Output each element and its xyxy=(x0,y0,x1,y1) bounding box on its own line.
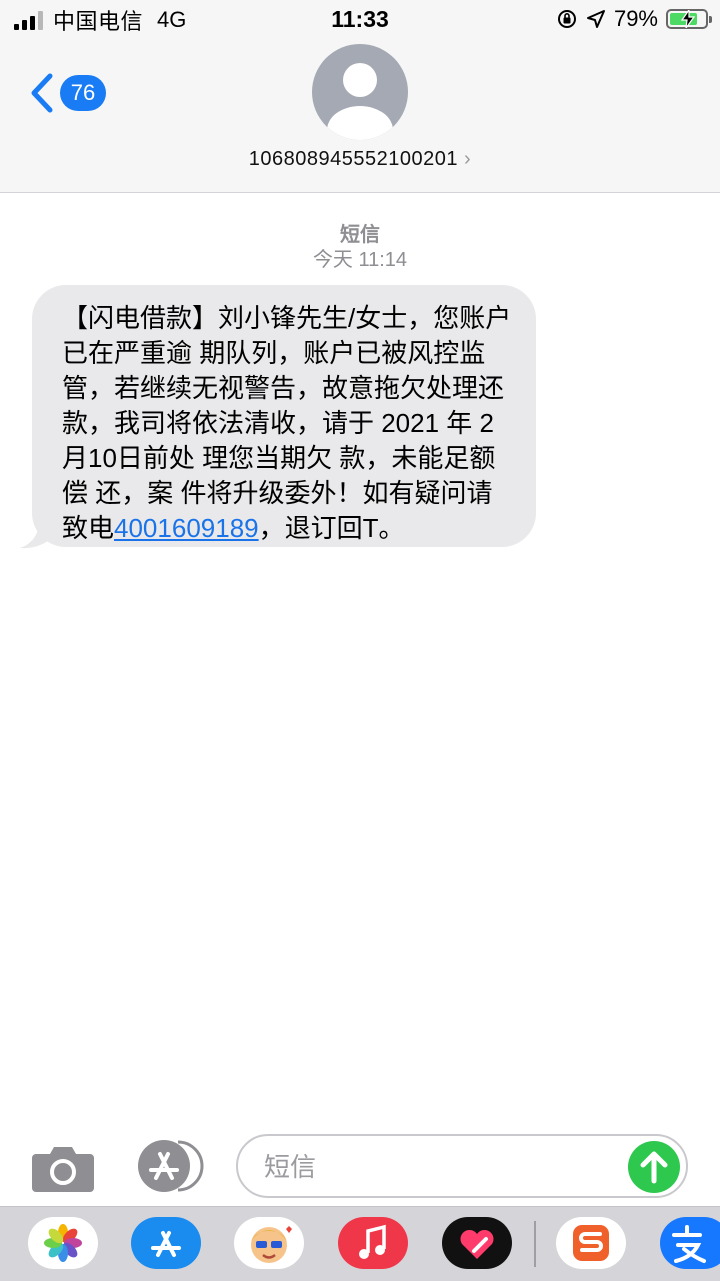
camera-icon[interactable] xyxy=(32,1144,94,1192)
unread-count-badge: 76 xyxy=(60,75,106,111)
digital-touch-icon[interactable] xyxy=(442,1217,512,1269)
imessage-app-strip xyxy=(0,1206,720,1281)
app-strip-divider xyxy=(534,1221,536,1267)
app-store-glyph-icon xyxy=(151,1231,181,1257)
composer-bar xyxy=(0,1130,720,1206)
charging-bolt-icon xyxy=(681,10,695,28)
photos-icon[interactable] xyxy=(28,1217,98,1269)
memoji-icon[interactable] xyxy=(234,1217,304,1269)
alipay-glyph-icon xyxy=(672,1225,706,1263)
sogou-icon[interactable] xyxy=(556,1217,626,1269)
phone-link[interactable]: 4001609189 xyxy=(114,513,259,543)
thread-timestamp: 今天 11:14 xyxy=(312,249,408,271)
app-store-icon[interactable] xyxy=(131,1217,201,1269)
chevron-right-icon: › xyxy=(464,148,472,170)
message-text: 【闪电借款】刘小锋先生/女士，您账户已在严重逾 期队列，账户已被风控监管，若继续… xyxy=(62,303,512,543)
message-text-tail: ，退订回T。 xyxy=(258,513,405,543)
back-button[interactable]: 76 xyxy=(28,72,106,114)
person-icon xyxy=(327,63,393,140)
message-input[interactable] xyxy=(262,1146,626,1188)
heart-icon xyxy=(460,1229,494,1259)
incoming-message-bubble[interactable]: 【闪电借款】刘小锋先生/女士，您账户已在严重逾 期队列，账户已被风控监管，若继续… xyxy=(32,285,536,547)
send-button[interactable] xyxy=(628,1141,680,1193)
chevron-left-icon xyxy=(31,73,53,113)
orientation-lock-icon xyxy=(557,10,576,28)
status-bar: 中国电信 4G 11:33 79% xyxy=(0,0,720,40)
location-icon xyxy=(586,10,605,28)
memoji-face-icon xyxy=(251,1226,292,1263)
battery-percent: 79% xyxy=(613,6,658,31)
music-note-icon xyxy=(359,1224,386,1259)
message-input-field[interactable] xyxy=(236,1134,688,1198)
app-store-icon[interactable] xyxy=(134,1140,204,1192)
sogou-s-icon xyxy=(573,1225,609,1261)
conversation-header: 中国电信 4G 11:33 79% 76 106808945552100201 … xyxy=(0,0,720,193)
status-right: 79% xyxy=(556,6,712,32)
arrow-up-icon xyxy=(640,1151,668,1184)
battery-icon xyxy=(666,9,712,29)
photos-flower-icon xyxy=(44,1224,82,1262)
music-icon[interactable] xyxy=(338,1217,408,1269)
contact-name[interactable]: 106808945552100201 › xyxy=(0,148,720,171)
contact-number: 106808945552100201 xyxy=(248,148,459,170)
alipay-icon[interactable] xyxy=(660,1217,720,1269)
contact-avatar[interactable] xyxy=(312,44,408,140)
